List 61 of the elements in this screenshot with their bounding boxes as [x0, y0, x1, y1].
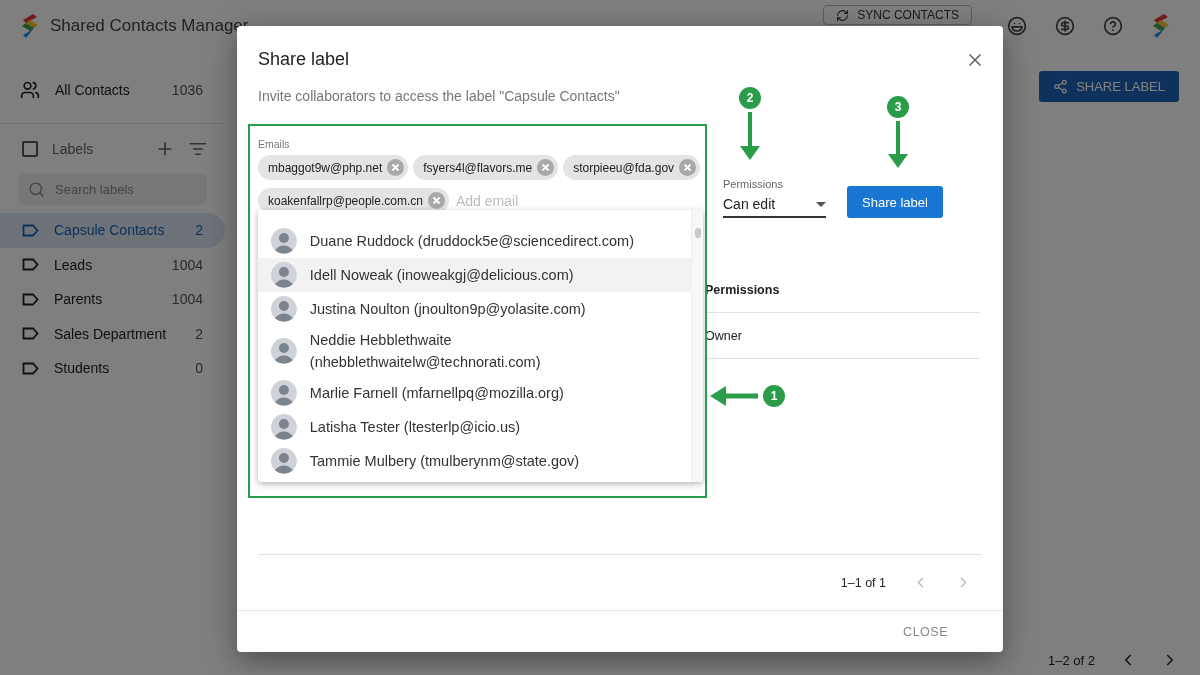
avatar-icon	[271, 380, 297, 406]
step-badge: 1	[763, 385, 785, 407]
pagination-text: 1–1 of 1	[840, 575, 886, 590]
emoji-icon[interactable]	[1007, 16, 1027, 36]
label-item[interactable]: Parents 1004	[0, 282, 225, 317]
step-badge: 2	[739, 87, 761, 109]
permissions-select[interactable]: Permissions Can edit	[723, 178, 826, 219]
label-item[interactable]: Leads 1004	[0, 247, 225, 282]
avatar-icon	[271, 414, 297, 440]
remove-icon[interactable]	[387, 159, 405, 177]
step-badge: 3	[887, 96, 909, 118]
people-icon	[20, 79, 40, 100]
help-icon[interactable]	[1103, 16, 1123, 36]
email-chip[interactable]: storpieeu@fda.gov	[563, 155, 701, 181]
caret-icon	[816, 201, 826, 207]
dialog-title: Share label	[258, 49, 350, 71]
avatar-icon	[271, 262, 297, 288]
suggestion-item[interactable]: Latisha Tester (ltesterlp@icio.us)	[258, 410, 691, 444]
suggestion-item[interactable]: Duane Ruddock (druddock5e@sciencedirect.com)	[258, 224, 691, 258]
labels-heading: Labels	[52, 141, 94, 157]
label-icon	[22, 258, 39, 272]
dialog-subtitle: Invite collaborators to access the label "Capsule Contacts"	[258, 88, 620, 105]
email-chip[interactable]: mbaggot9w@php.net	[258, 155, 409, 181]
share-icon	[1053, 79, 1069, 94]
share-button[interactable]: Share label	[847, 186, 943, 219]
label-icon	[22, 292, 39, 306]
remove-icon[interactable]	[427, 192, 445, 210]
scrollbar[interactable]	[691, 210, 703, 482]
close-button[interactable]: CLOSE	[903, 620, 948, 643]
sync-icon	[836, 8, 850, 22]
suggestion-item[interactable]: Justina Noulton (jnoulton9p@yolasite.com)	[258, 292, 691, 326]
label-icon	[22, 223, 39, 237]
app-title: Shared Contacts Manager	[50, 16, 249, 36]
label-icon	[22, 361, 39, 375]
label-icon	[22, 327, 39, 341]
all-contacts-item[interactable]: All Contacts 1036	[0, 52, 225, 124]
avatar-icon	[271, 448, 297, 474]
logo-icon	[20, 13, 40, 39]
column-header: Permissions	[705, 267, 980, 314]
arrow-icon	[710, 386, 758, 406]
suggestion-item[interactable]: Idell Noweak (inoweakgj@delicious.com)	[258, 258, 691, 292]
avatar-icon	[271, 296, 297, 322]
remove-icon[interactable]	[537, 159, 555, 177]
suggestion-item[interactable]: Neddie Hebblethwaite (nhebblethwaitelw@technorati.com)	[258, 326, 691, 376]
labels-checkbox[interactable]	[22, 141, 38, 157]
dollar-icon[interactable]	[1055, 16, 1075, 36]
filter-icon[interactable]	[189, 140, 207, 158]
label-item[interactable]: Sales Department 2	[0, 316, 225, 351]
pagination-text: 1–2 of 2	[1048, 652, 1095, 668]
avatar-icon	[271, 338, 297, 364]
avatar-icon	[271, 228, 297, 254]
search-icon	[28, 181, 45, 198]
suggestion-item[interactable]: Marlie Farnell (mfarnellpq@mozilla.org)	[258, 376, 691, 410]
sync-button[interactable]: SYNC CONTACTS	[823, 5, 972, 25]
label-item[interactable]: Students 0	[0, 351, 225, 386]
account-logo-icon	[1151, 13, 1171, 39]
arrow-icon	[887, 121, 909, 168]
email-chip[interactable]: fsyers4l@flavors.me	[413, 155, 559, 181]
arrow-icon	[739, 112, 761, 160]
suggestion-item[interactable]: Tammie Mulbery (tmulberynm@state.gov)	[258, 444, 691, 478]
remove-icon[interactable]	[679, 159, 697, 177]
